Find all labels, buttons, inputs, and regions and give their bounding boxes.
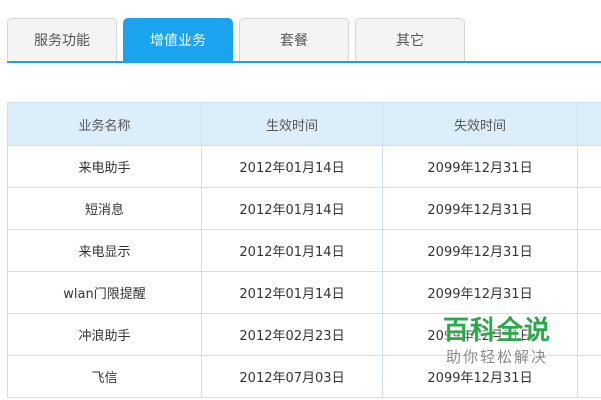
tab-label: 套餐 bbox=[280, 33, 308, 49]
tab-label: 其它 bbox=[396, 33, 424, 49]
watermark-subtitle: 助你轻松解决 bbox=[445, 348, 548, 366]
tab-other[interactable]: 其它 bbox=[355, 18, 465, 61]
watermark-logo: 百科全说 助你轻松解决 bbox=[422, 315, 572, 375]
cell-effective-time: 2012年01月14日 bbox=[201, 271, 383, 314]
cell-effective-time: 2012年02月23日 bbox=[201, 313, 383, 356]
watermark-title: 百科全说 bbox=[442, 316, 551, 346]
tab-packages[interactable]: 套餐 bbox=[239, 18, 349, 61]
tab-bar: 服务功能 增值业务 套餐 其它 bbox=[0, 0, 601, 63]
cell-effective-time: 2012年01月14日 bbox=[201, 187, 383, 230]
header-service-name: 业务名称 bbox=[7, 102, 202, 146]
header-extra bbox=[577, 102, 601, 146]
table-row: 来电助手 2012年01月14日 2099年12月31日 bbox=[7, 145, 601, 188]
cell-effective-time: 2012年07月03日 bbox=[201, 355, 383, 398]
cell-expiry-time: 2099年12月31日 bbox=[382, 187, 578, 230]
cell-expiry-time: 2099年12月31日 bbox=[382, 271, 578, 314]
cell-extra bbox=[577, 355, 601, 398]
cell-service-name: 短消息 bbox=[7, 187, 202, 230]
tab-label: 增值业务 bbox=[150, 33, 206, 49]
cell-extra bbox=[577, 187, 601, 230]
header-expiry-time: 失效时间 bbox=[382, 102, 578, 146]
table-row: wlan门限提醒 2012年01月14日 2099年12月31日 bbox=[7, 271, 601, 314]
cell-expiry-time: 2099年12月31日 bbox=[382, 145, 578, 188]
tab-label: 服务功能 bbox=[34, 33, 90, 49]
cell-extra bbox=[577, 145, 601, 188]
table-row: 来电显示 2012年01月14日 2099年12月31日 bbox=[7, 229, 601, 272]
header-effective-time: 生效时间 bbox=[201, 102, 383, 146]
cell-expiry-time: 2099年12月31日 bbox=[382, 229, 578, 272]
tab-value-added-services[interactable]: 增值业务 bbox=[123, 18, 233, 61]
cell-service-name: wlan门限提醒 bbox=[7, 271, 202, 314]
cell-extra bbox=[577, 271, 601, 314]
tab-service-functions[interactable]: 服务功能 bbox=[7, 18, 117, 61]
cell-service-name: 冲浪助手 bbox=[7, 313, 202, 356]
cell-effective-time: 2012年01月14日 bbox=[201, 145, 383, 188]
cell-service-name: 飞信 bbox=[7, 355, 202, 398]
cell-service-name: 来电显示 bbox=[7, 229, 202, 272]
table-header-row: 业务名称 生效时间 失效时间 bbox=[7, 102, 601, 146]
table-row: 短消息 2012年01月14日 2099年12月31日 bbox=[7, 187, 601, 230]
cell-extra bbox=[577, 313, 601, 356]
cell-effective-time: 2012年01月14日 bbox=[201, 229, 383, 272]
tab-underline bbox=[7, 61, 601, 63]
cell-service-name: 来电助手 bbox=[7, 145, 202, 188]
cell-extra bbox=[577, 229, 601, 272]
